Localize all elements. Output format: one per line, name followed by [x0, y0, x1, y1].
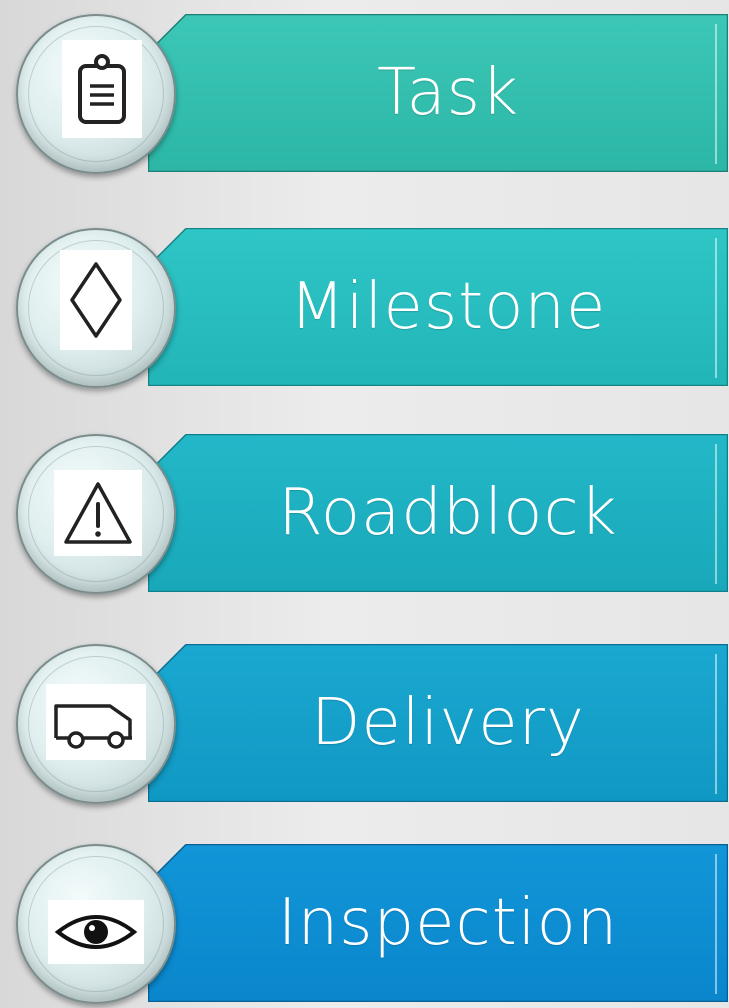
list-item-task: Task — [0, 8, 729, 178]
list-item-inspection: Inspection — [0, 838, 729, 1008]
banner-label: Delivery — [311, 686, 585, 760]
list-item-delivery: Delivery — [0, 638, 729, 808]
diamond-icon — [60, 250, 132, 350]
truck-icon — [46, 684, 146, 760]
list-item-roadblock: Roadblock — [0, 428, 729, 598]
banner-label: Roadblock — [278, 476, 618, 550]
banner-label: Task — [376, 56, 520, 130]
list-item-milestone: Milestone — [0, 222, 729, 392]
eye-icon — [48, 900, 144, 964]
banner-label: Milestone — [289, 270, 607, 344]
banner-label: Inspection — [277, 886, 619, 960]
warning-icon — [54, 470, 142, 556]
clipboard-icon — [62, 40, 142, 138]
